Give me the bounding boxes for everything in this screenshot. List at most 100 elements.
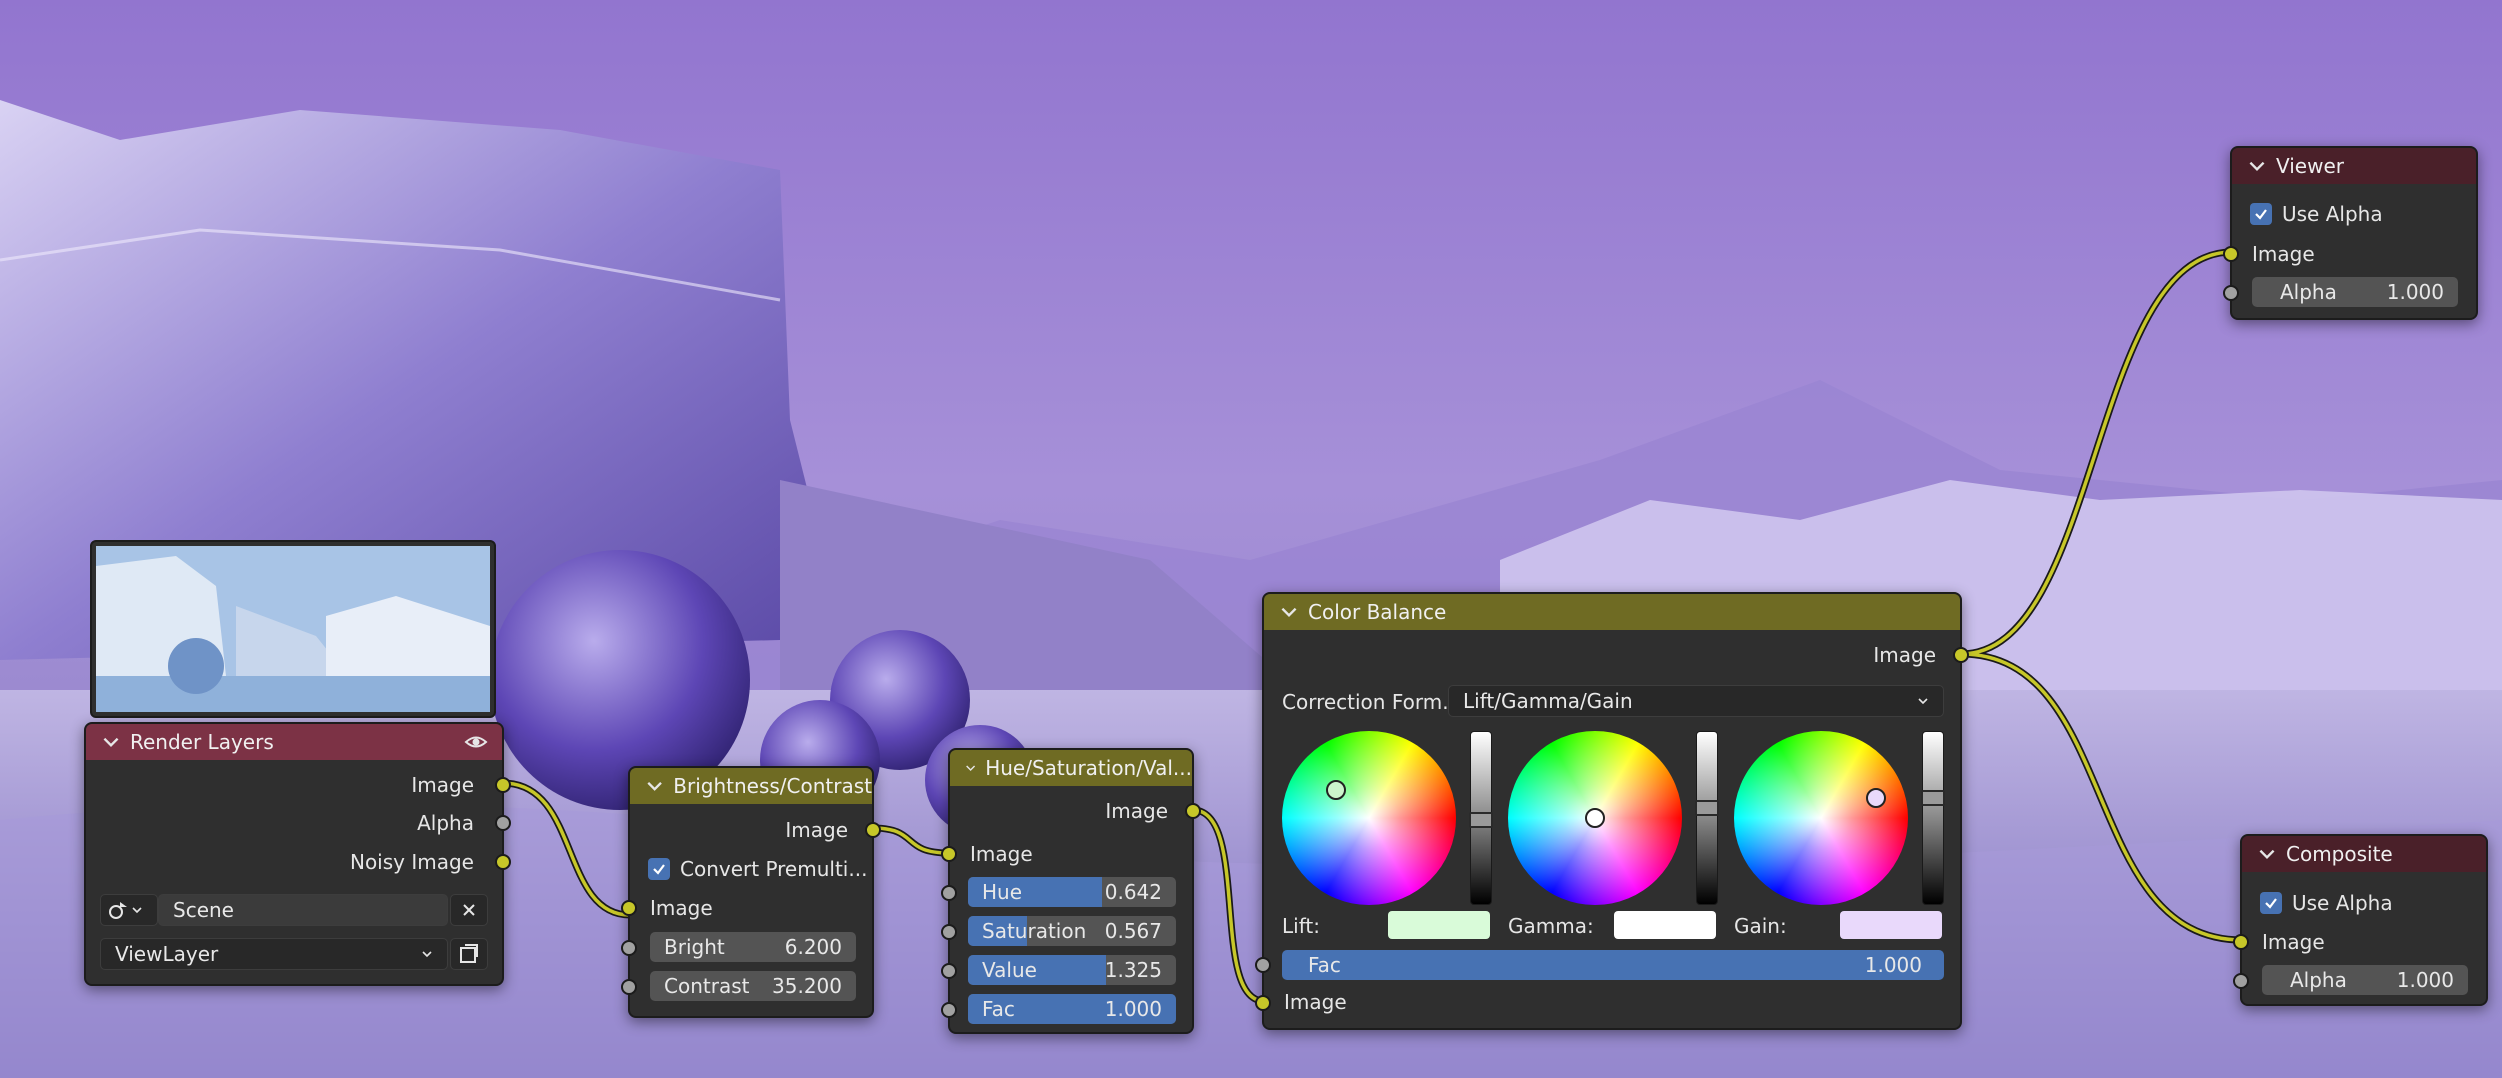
socket-alpha-out[interactable] bbox=[495, 815, 511, 831]
color-balance-node[interactable]: Color Balance Image Correction Form... L… bbox=[1255, 592, 1969, 1030]
chevron-down-icon[interactable] bbox=[1278, 601, 1300, 623]
socket-image-in[interactable] bbox=[1255, 995, 1271, 1011]
chevron-down-icon[interactable] bbox=[964, 757, 977, 779]
output-noisy-image: Noisy Image bbox=[349, 850, 474, 874]
gamma-label: Gamma: bbox=[1508, 914, 1594, 938]
gamma-wheel-cursor[interactable] bbox=[1585, 808, 1605, 828]
correction-formula-dropdown[interactable]: Lift/Gamma/Gain bbox=[1448, 685, 1944, 717]
socket-image-out[interactable] bbox=[1185, 803, 1201, 819]
contrast-field[interactable]: Contrast 35.200 bbox=[650, 971, 856, 1001]
chevron-down-icon bbox=[422, 951, 432, 958]
node-title: Brightness/Contrast bbox=[673, 774, 872, 798]
scene-field[interactable]: Scene bbox=[158, 894, 448, 926]
node-title: Color Balance bbox=[1308, 600, 1447, 624]
socket-fac-in[interactable] bbox=[941, 1002, 957, 1018]
gamma-value-slider[interactable] bbox=[1695, 731, 1719, 905]
checkmark-icon bbox=[2265, 898, 2277, 909]
output-image: Image bbox=[1105, 799, 1168, 823]
output-alpha: Alpha bbox=[417, 811, 474, 835]
gamma-value-handle[interactable] bbox=[1695, 800, 1719, 816]
socket-noisy-image-out[interactable] bbox=[495, 854, 511, 870]
socket-image-in[interactable] bbox=[941, 846, 957, 862]
socket-hue-in[interactable] bbox=[941, 885, 957, 901]
chevron-down-icon bbox=[1918, 698, 1928, 705]
view-layer-dropdown[interactable]: ViewLayer bbox=[100, 938, 448, 970]
render-preview-image bbox=[96, 546, 490, 712]
lift-value-handle[interactable] bbox=[1469, 812, 1493, 828]
hue-saturation-header[interactable]: Hue/Saturation/Val... bbox=[950, 750, 1192, 786]
chevron-down-icon[interactable] bbox=[2256, 843, 2278, 865]
socket-alpha-in[interactable] bbox=[2233, 973, 2249, 989]
socket-contrast-in[interactable] bbox=[621, 979, 637, 995]
node-title: Hue/Saturation/Val... bbox=[985, 756, 1192, 780]
viewer-header[interactable]: Viewer bbox=[2232, 148, 2476, 184]
chevron-down-icon[interactable] bbox=[2246, 155, 2268, 177]
socket-saturation-in[interactable] bbox=[941, 924, 957, 940]
eye-icon[interactable] bbox=[464, 730, 488, 754]
lift-label: Lift: bbox=[1282, 914, 1320, 938]
composite-header[interactable]: Composite bbox=[2242, 836, 2486, 872]
saturation-field[interactable]: Saturation 0.567 bbox=[968, 916, 1176, 946]
gain-value-handle[interactable] bbox=[1921, 790, 1945, 806]
scene-browse-button[interactable] bbox=[100, 894, 158, 926]
render-layers-header[interactable]: Render Layers bbox=[86, 724, 502, 760]
use-alpha-checkbox[interactable]: Use Alpha bbox=[2250, 199, 2383, 229]
socket-image-in[interactable] bbox=[2233, 934, 2249, 950]
bright-field[interactable]: Bright 6.200 bbox=[650, 932, 856, 962]
input-image: Image bbox=[1284, 990, 1347, 1014]
socket-image-out[interactable] bbox=[1953, 647, 1969, 663]
close-icon bbox=[463, 904, 475, 916]
checkbox[interactable] bbox=[2250, 203, 2272, 225]
input-image: Image bbox=[650, 896, 713, 920]
output-image: Image bbox=[785, 818, 848, 842]
value-field[interactable]: Value 1.325 bbox=[968, 955, 1176, 985]
brightness-contrast-header[interactable]: Brightness/Contrast bbox=[630, 768, 872, 804]
fac-field[interactable]: Fac 1.000 bbox=[1282, 950, 1944, 980]
checkmark-icon bbox=[653, 864, 665, 875]
hue-field[interactable]: Hue 0.642 bbox=[968, 877, 1176, 907]
render-layers-node[interactable]: Render Layers Image Alpha Noisy Image Sc… bbox=[84, 722, 511, 986]
gain-label: Gain: bbox=[1734, 914, 1787, 938]
lift-color-wheel[interactable] bbox=[1282, 731, 1456, 905]
scene-clear-button[interactable] bbox=[450, 894, 488, 926]
brightness-contrast-node[interactable]: Brightness/Contrast Image Convert Premul… bbox=[621, 766, 881, 1018]
lift-wheel-cursor[interactable] bbox=[1326, 780, 1346, 800]
socket-fac-in[interactable] bbox=[1255, 957, 1271, 973]
composite-node[interactable]: Composite Use Alpha Image Alpha 1.000 bbox=[2233, 834, 2488, 1006]
correction-formula-label: Correction Form... bbox=[1282, 690, 1462, 714]
color-balance-header[interactable]: Color Balance bbox=[1264, 594, 1960, 630]
socket-image-out[interactable] bbox=[495, 777, 511, 793]
input-image: Image bbox=[970, 842, 1033, 866]
alpha-field[interactable]: Alpha 1.000 bbox=[2252, 277, 2458, 307]
scene-icon bbox=[109, 902, 127, 919]
gain-color-swatch[interactable] bbox=[1840, 911, 1942, 939]
socket-alpha-in[interactable] bbox=[2223, 285, 2239, 301]
lift-color-swatch[interactable] bbox=[1388, 911, 1490, 939]
chevron-down-icon[interactable] bbox=[644, 775, 665, 797]
output-image: Image bbox=[411, 773, 474, 797]
fac-field[interactable]: Fac 1.000 bbox=[968, 994, 1176, 1024]
gain-value-slider[interactable] bbox=[1921, 731, 1945, 905]
chevron-down-icon bbox=[132, 907, 142, 914]
use-alpha-checkbox[interactable]: Use Alpha bbox=[2260, 888, 2393, 918]
hue-saturation-node[interactable]: Hue/Saturation/Val... Image Image Hue 0.6… bbox=[941, 748, 1201, 1034]
viewer-node[interactable]: Viewer Use Alpha Image Alpha 1.000 bbox=[2223, 146, 2478, 320]
gamma-color-swatch[interactable] bbox=[1614, 911, 1716, 939]
socket-bright-in[interactable] bbox=[621, 940, 637, 956]
render-icon bbox=[460, 944, 478, 963]
socket-image-in[interactable] bbox=[2223, 246, 2239, 262]
output-image: Image bbox=[1873, 643, 1936, 667]
socket-value-in[interactable] bbox=[941, 963, 957, 979]
convert-premultiplied-checkbox[interactable]: Convert Premulti... bbox=[648, 854, 867, 884]
socket-image-in[interactable] bbox=[621, 900, 637, 916]
gain-color-wheel[interactable] bbox=[1734, 731, 1908, 905]
socket-image-out[interactable] bbox=[865, 822, 881, 838]
checkbox[interactable] bbox=[648, 858, 670, 880]
node-title: Viewer bbox=[2276, 154, 2344, 178]
alpha-field[interactable]: Alpha 1.000 bbox=[2262, 965, 2468, 995]
checkbox[interactable] bbox=[2260, 892, 2282, 914]
render-button[interactable] bbox=[450, 938, 488, 970]
lift-value-slider[interactable] bbox=[1469, 731, 1493, 905]
gain-wheel-cursor[interactable] bbox=[1866, 788, 1886, 808]
chevron-down-icon[interactable] bbox=[100, 731, 122, 753]
